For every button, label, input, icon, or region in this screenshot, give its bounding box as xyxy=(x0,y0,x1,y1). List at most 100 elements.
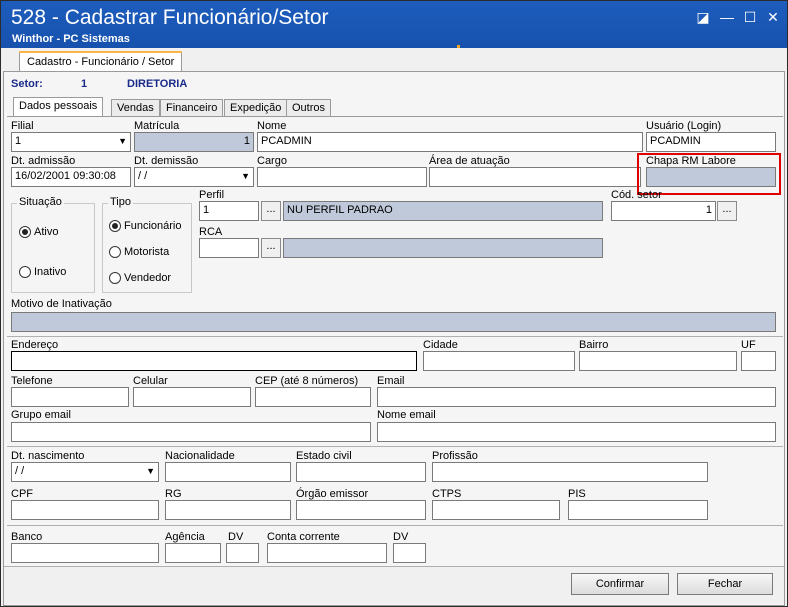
pis-field[interactable] xyxy=(568,500,708,520)
window-title: 528 - Cadastrar Funcionário/Setor xyxy=(11,6,329,29)
grupo-email-field[interactable] xyxy=(11,422,371,442)
tab-outros[interactable]: Outros xyxy=(286,99,332,117)
ctps-field[interactable] xyxy=(432,500,560,520)
cep-label: CEP (até 8 números) xyxy=(255,375,359,387)
usuario-field[interactable]: PCADMIN xyxy=(646,132,776,152)
radio-motorista[interactable]: Motorista xyxy=(109,246,169,258)
conta-field[interactable] xyxy=(267,543,387,563)
agencia-field[interactable] xyxy=(165,543,221,563)
maximize-button[interactable]: ☐ xyxy=(740,7,760,27)
grupo-email-label: Grupo email xyxy=(11,409,71,421)
nome-email-label: Nome email xyxy=(377,409,436,421)
endereco-label: Endereço xyxy=(11,339,59,351)
title-bar[interactable]: 528 - Cadastrar Funcionário/Setor Wintho… xyxy=(1,1,787,48)
cidade-field[interactable] xyxy=(423,351,575,371)
tab-vendas[interactable]: Vendas xyxy=(111,99,160,117)
perfil-code-field[interactable]: 1 xyxy=(199,201,259,221)
email-label: Email xyxy=(377,375,405,387)
radio-motorista-label: Motorista xyxy=(124,246,170,258)
setor-code: 1 xyxy=(81,78,88,90)
endereco-field[interactable] xyxy=(11,351,417,371)
radio-inativo[interactable]: Inativo xyxy=(19,266,66,278)
profissao-label: Profissão xyxy=(432,450,478,462)
tipo-title: Tipo xyxy=(108,196,133,208)
tab-cadastro[interactable]: Cadastro - Funcionário / Setor xyxy=(19,51,183,72)
cod-setor-field[interactable]: 1 xyxy=(611,201,716,221)
perfil-label: Perfil xyxy=(199,189,225,201)
email-field[interactable] xyxy=(377,387,776,407)
bairro-label: Bairro xyxy=(579,339,609,351)
cidade-label: Cidade xyxy=(423,339,458,351)
nome-email-field[interactable] xyxy=(377,422,776,442)
orgao-emissor-field[interactable] xyxy=(296,500,426,520)
confirmar-button[interactable]: Confirmar xyxy=(571,573,669,595)
profissao-field[interactable] xyxy=(432,462,708,482)
divider xyxy=(7,525,783,526)
radio-unchecked-icon xyxy=(19,266,31,278)
radio-vendedor[interactable]: Vendedor xyxy=(109,272,171,284)
divider xyxy=(7,446,783,447)
matricula-field: 1 xyxy=(134,132,254,152)
fechar-button[interactable]: Fechar xyxy=(677,573,773,595)
setor-label: Setor: xyxy=(11,78,43,90)
uf-label: UF xyxy=(741,339,756,351)
rg-field[interactable] xyxy=(165,500,291,520)
matricula-label: Matrícula xyxy=(134,120,180,132)
radio-funcionario[interactable]: Funcionário xyxy=(109,220,181,232)
cpf-label: CPF xyxy=(11,488,33,500)
estado-civil-field[interactable] xyxy=(296,462,426,482)
divider xyxy=(7,336,783,337)
nacionalidade-field[interactable] xyxy=(165,462,291,482)
dt-admissao-label: Dt. admissão xyxy=(11,155,76,167)
perfil-search-button[interactable]: ... xyxy=(261,201,281,221)
cod-setor-label: Cód. setor xyxy=(611,189,662,201)
dv2-label: DV xyxy=(393,531,409,543)
situacao-group: Situação xyxy=(11,196,95,293)
banco-label: Banco xyxy=(11,531,43,543)
cargo-field[interactable] xyxy=(257,167,427,187)
telefone-field[interactable] xyxy=(11,387,129,407)
perfil-desc-field: NU PERFIL PADRAO xyxy=(283,201,603,221)
uf-field[interactable] xyxy=(741,351,776,371)
tab-dados-pessoais[interactable]: Dados pessoais xyxy=(13,97,104,117)
chevron-down-icon: ▼ xyxy=(146,466,155,476)
banco-field[interactable] xyxy=(11,543,159,563)
close-button[interactable]: ✕ xyxy=(763,7,783,27)
cargo-label: Cargo xyxy=(257,155,287,167)
dv1-label: DV xyxy=(228,531,244,543)
bairro-field[interactable] xyxy=(579,351,737,371)
chevron-down-icon: ▼ xyxy=(118,136,127,146)
cpf-field[interactable] xyxy=(11,500,159,520)
filial-combo[interactable]: 1 ▼ xyxy=(11,132,131,152)
area-atuacao-field[interactable] xyxy=(429,167,641,187)
rg-label: RG xyxy=(165,488,182,500)
radio-ativo[interactable]: Ativo xyxy=(19,226,58,238)
dv1-field[interactable] xyxy=(226,543,259,563)
radio-unchecked-icon xyxy=(109,272,121,284)
app-window: 528 - Cadastrar Funcionário/Setor Wintho… xyxy=(0,0,788,607)
cep-field[interactable] xyxy=(255,387,371,407)
rca-desc-field xyxy=(283,238,603,258)
minimize-button[interactable]: — xyxy=(717,7,737,27)
dt-demissao-combo[interactable]: / / ▼ xyxy=(134,167,254,187)
tab-financeiro[interactable]: Financeiro xyxy=(160,99,224,117)
nome-field[interactable]: PCADMIN xyxy=(257,132,643,152)
rca-code-field[interactable] xyxy=(199,238,259,258)
radio-vendedor-label: Vendedor xyxy=(124,272,172,284)
restore-icon[interactable]: ◪ xyxy=(693,7,713,27)
dt-nascimento-combo[interactable]: / / ▼ xyxy=(11,462,159,482)
tab-expedicao[interactable]: Expedição xyxy=(224,99,288,117)
dt-admissao-field[interactable]: 16/02/2001 09:30:08 xyxy=(11,167,131,187)
motivo-label: Motivo de Inativação xyxy=(11,298,112,310)
chevron-down-icon: ▼ xyxy=(241,171,250,181)
dv2-field[interactable] xyxy=(393,543,426,563)
orgao-emissor-label: Órgão emissor xyxy=(296,488,369,500)
celular-field[interactable] xyxy=(133,387,251,407)
motivo-field[interactable] xyxy=(11,312,776,332)
telefone-label: Telefone xyxy=(11,375,53,387)
nome-label: Nome xyxy=(257,120,287,132)
rca-search-button[interactable]: ... xyxy=(261,238,281,258)
area-atuacao-label: Área de atuação xyxy=(429,155,510,167)
radio-checked-icon xyxy=(109,220,121,232)
cod-setor-search-button[interactable]: ... xyxy=(717,201,737,221)
